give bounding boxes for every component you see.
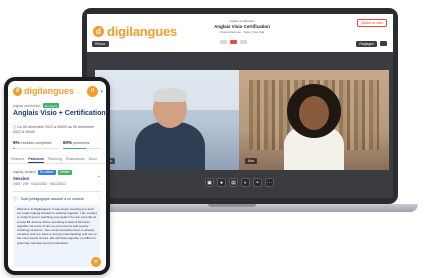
modules-progress-bar xyxy=(13,148,57,150)
course-category: anglais certification xyxy=(13,103,41,108)
stat-modules: 5% modules complétés xyxy=(13,140,51,145)
session-header: anglais_session En classe Validée xyxy=(13,170,101,175)
video-tile-right: Kim xyxy=(239,70,389,170)
participant-right-head xyxy=(299,96,329,130)
camera-status-icon[interactable] xyxy=(240,40,247,44)
info-icon: ⓘ xyxy=(13,196,18,201)
stat-attendance-label: présences xyxy=(73,141,90,145)
back-button[interactable]: Retour xyxy=(92,41,109,47)
session-chip-type: En classe xyxy=(37,170,56,175)
stat-attendance-value: 60% xyxy=(63,140,73,145)
screen-share-icon[interactable]: ▤ xyxy=(229,178,238,187)
video-tile-left: Vous xyxy=(95,70,245,170)
logo-icon: d xyxy=(13,86,22,96)
session-meta: 1h00 · 20€ · 04/12/2022 · 05/12/2022 xyxy=(13,181,66,186)
participant-right-label: Kim xyxy=(245,158,258,164)
phone-screen: d digilangues d ▾ anglais certification … xyxy=(8,81,106,271)
more-options-button[interactable] xyxy=(380,41,387,46)
course-dates: ▢ Du 05 décembre 2022 à 09h00 au 05 déce… xyxy=(13,125,101,135)
settings-button[interactable]: Réglages xyxy=(356,41,377,47)
video-call-header: d digilangues anglais certification Angl… xyxy=(87,14,393,52)
logo-text: digilangues xyxy=(24,86,75,96)
tab-documents[interactable]: Docu xyxy=(89,155,97,163)
tab-resume[interactable]: Résumé xyxy=(11,155,24,163)
tab-parcours[interactable]: Parcours xyxy=(28,155,44,163)
call-toolbar: ▣ ● ▤ ◐ ◓ ⋯ xyxy=(205,178,274,187)
status-badge: En cours xyxy=(43,103,59,108)
hangup-icon[interactable]: ◓ xyxy=(253,178,262,187)
record-status-icon[interactable] xyxy=(230,40,237,44)
logo-icon: d xyxy=(93,26,104,37)
chevron-up-icon[interactable]: ⌃ xyxy=(98,197,101,201)
course-meta: Visioconférence · Sujet: Free Talk xyxy=(219,30,265,34)
page-title: Anglais Visio + Certification xyxy=(13,110,106,117)
chat-fab-button[interactable]: ✉ xyxy=(91,257,101,267)
laptop-hinge-notch xyxy=(208,204,256,207)
chat-icon[interactable]: ◐ xyxy=(241,178,250,187)
session-chip-status: Validée xyxy=(57,170,72,175)
stat-modules-value: 5% xyxy=(13,140,20,145)
pedagogic-follow-up-header[interactable]: ⓘ Suivi pédagogique associé à ce module … xyxy=(13,196,101,202)
laptop-logo[interactable]: d digilangues xyxy=(93,24,177,39)
exit-call-button[interactable]: Quitter la visio xyxy=(356,19,387,27)
modules-progress-fill xyxy=(13,148,16,150)
chevron-down-icon[interactable]: ▾ xyxy=(100,89,103,95)
session-item[interactable]: anglais_session En classe Validée Sessio… xyxy=(13,170,101,186)
laptop-screen: d digilangues anglais certification Angl… xyxy=(87,14,393,198)
participant-left-hair xyxy=(153,88,187,102)
tab-planning[interactable]: Planning xyxy=(48,155,62,163)
stat-attendance: 60% présences xyxy=(63,140,90,145)
pedagogic-follow-up-label: Suivi pédagogique associé à ce module xyxy=(20,197,84,201)
course-tabs: Résumé Parcours Planning Évaluations Doc… xyxy=(8,155,106,164)
session-category: anglais_session xyxy=(13,170,36,175)
session-name: Session xyxy=(13,175,30,181)
mic-status-icon[interactable] xyxy=(220,40,227,44)
course-title: Anglais Visio Certification xyxy=(214,24,270,29)
participant-left-body xyxy=(135,122,205,170)
pedagogic-message: Welcome to Digilangues! It was lovely me… xyxy=(14,205,100,267)
stat-modules-label: modules complétés xyxy=(20,141,52,145)
attendance-progress-bar xyxy=(63,148,101,150)
course-category: anglais certification xyxy=(229,19,255,23)
user-avatar[interactable]: d xyxy=(87,86,98,97)
logo-text: digilangues xyxy=(107,24,178,39)
more-icon[interactable]: ⋯ xyxy=(265,178,274,187)
chevron-down-icon[interactable]: ⌄ xyxy=(97,173,101,179)
phone-logo[interactable]: d digilangues xyxy=(13,86,74,96)
call-status-controls xyxy=(220,40,247,44)
microphone-icon[interactable]: ● xyxy=(217,178,226,187)
divider xyxy=(13,191,101,192)
course-category-row: anglais certification En cours xyxy=(13,103,59,108)
tab-evaluations[interactable]: Évaluations xyxy=(66,155,85,163)
attendance-progress-fill xyxy=(63,148,86,150)
camera-icon[interactable]: ▣ xyxy=(205,178,214,187)
course-dates-text: Du 05 décembre 2022 à 09h00 au 05 décemb… xyxy=(13,125,94,134)
course-info: anglais certification Anglais Visio Cert… xyxy=(197,19,287,34)
